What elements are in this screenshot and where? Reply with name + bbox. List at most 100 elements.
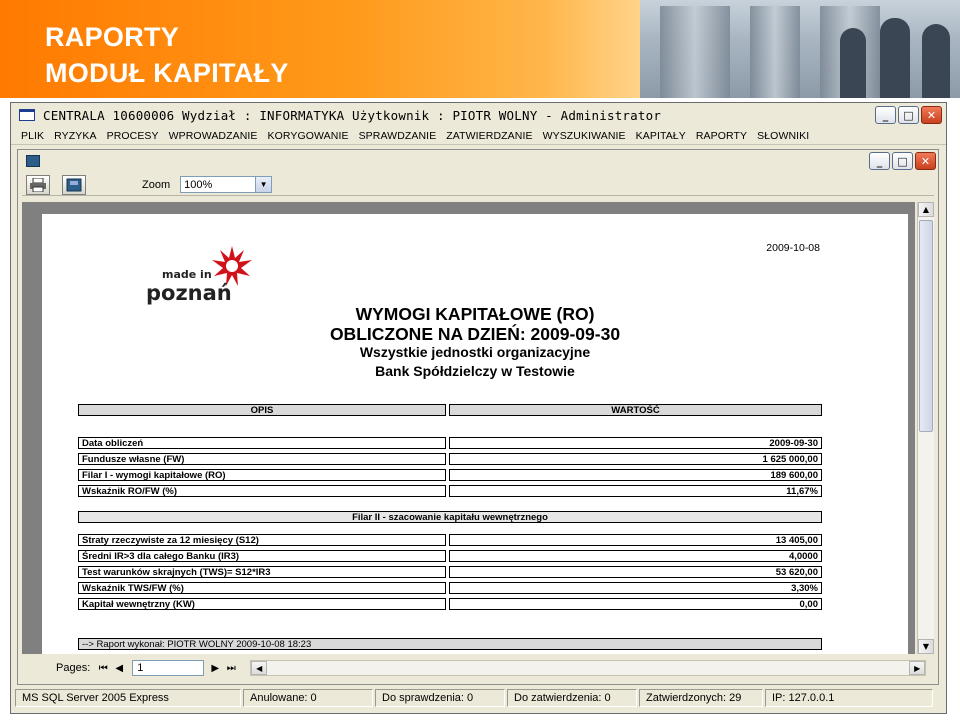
app-titlebar: CENTRALA 10600006 Wydział : INFORMATYKA … (11, 103, 946, 127)
menu-kapitaly[interactable]: KAPITAŁY (636, 130, 686, 142)
status-bar: MS SQL Server 2005 Express Anulowane: 0 … (15, 689, 941, 707)
scroll-down-icon[interactable]: ▼ (918, 639, 934, 654)
table-row: Data obliczeń 2009-09-30 (78, 437, 822, 449)
report-window-icon (26, 155, 40, 167)
zoom-label: Zoom (142, 178, 171, 191)
report-maximize-button[interactable]: □ (892, 152, 913, 170)
section-header-filar2: Filar II - szacowanie kapitału wewnętrzn… (78, 511, 822, 523)
row-value: 11,67% (449, 485, 822, 497)
row-label: Kapitał wewnętrzny (KW) (78, 598, 446, 610)
row-value: 4,0000 (449, 550, 822, 562)
last-page-icon[interactable]: ⏭ (224, 661, 238, 675)
report-title: WYMOGI KAPITAŁOWE (RO) (355, 304, 595, 324)
table-row: Wskaźnik TWS/FW (%) 3,30% (78, 582, 822, 594)
made-in-poznan-logo: made in poznań (146, 246, 252, 305)
report-toolbar: Zoom 100% ▼ (22, 174, 934, 196)
scroll-left-icon[interactable]: ◀ (251, 661, 268, 675)
svg-text:made in: made in (162, 268, 212, 281)
scroll-right-icon[interactable]: ▶ (909, 661, 926, 675)
row-value: 13 405,00 (449, 534, 822, 546)
report-subtitle-units: Wszystkie jednostki organizacyjne (359, 344, 591, 360)
export-icon[interactable] (62, 174, 86, 195)
maximize-button[interactable]: □ (898, 106, 919, 124)
page-number-input[interactable]: 1 (132, 660, 205, 676)
status-to-approve: Do zatwierdzenia: 0 (507, 689, 637, 707)
zoom-select[interactable]: 100% ▼ (180, 176, 273, 193)
report-subtitle-bank: Bank Spółdzielczy w Testowie (375, 363, 575, 379)
banner-photo (640, 0, 960, 98)
row-label: Fundusze własne (FW) (78, 453, 446, 465)
row-label: Filar I - wymogi kapitałowe (RO) (78, 469, 446, 481)
printer-icon[interactable] (26, 174, 50, 195)
row-label: Wskaźnik RO/FW (%) (78, 485, 446, 497)
report-page: 2009-10-08 made in poznań WYMOGI KAPITAŁ… (42, 214, 908, 654)
row-label: Data obliczeń (78, 437, 446, 449)
report-minimize-button[interactable]: _ (869, 152, 890, 170)
table-row: Kapitał wewnętrzny (KW) 0,00 (78, 598, 822, 610)
menu-zatwierdzanie[interactable]: ZATWIERDZANIE (446, 130, 532, 142)
report-date: 2009-10-08 (766, 242, 820, 254)
menu-ryzyka[interactable]: RYZYKA (54, 130, 96, 142)
row-value: 3,30% (449, 582, 822, 594)
row-value: 1 625 000,00 (449, 453, 822, 465)
menu-korygowanie[interactable]: KORYGOWANIE (268, 130, 349, 142)
slide: RAPORTY MODUŁ KAPITAŁY CENTRALA 10600006… (0, 0, 960, 720)
pages-label: Pages: (56, 662, 91, 674)
menu-procesy[interactable]: PROCESY (107, 130, 159, 142)
app-window-icon (19, 109, 35, 121)
report-footer: --> Raport wykonał: PIOTR WOLNY 2009-10-… (78, 638, 822, 650)
report-window-titlebar: _ □ ✕ (18, 150, 938, 172)
table-header-row: OPIS WARTOŚĆ (78, 404, 822, 416)
table-row: Średni IR>3 dla całego Banku (IR3) 4,000… (78, 550, 822, 562)
table-row: Filar I - wymogi kapitałowe (RO) 189 600… (78, 469, 822, 481)
row-value: 2009-09-30 (449, 437, 822, 449)
row-value: 0,00 (449, 598, 822, 610)
table-row: Fundusze własne (FW) 1 625 000,00 (78, 453, 822, 465)
column-header-opis: OPIS (78, 404, 446, 416)
menu-sprawdzanie[interactable]: SPRAWDZANIE (359, 130, 437, 142)
slide-title-line1: RAPORTY (45, 22, 180, 52)
row-label: Wskaźnik TWS/FW (%) (78, 582, 446, 594)
app-title: CENTRALA 10600006 Wydział : INFORMATYKA … (43, 107, 662, 123)
svg-text:poznań: poznań (146, 281, 232, 305)
menu-plik[interactable]: PLIK (21, 130, 44, 142)
horizontal-scrollbar[interactable]: ◀ ▶ (250, 660, 927, 676)
table-row: Wskaźnik RO/FW (%) 11,67% (78, 485, 822, 497)
next-page-icon[interactable]: ▶ (208, 661, 222, 675)
menu-slowniki[interactable]: SŁOWNIKI (757, 130, 809, 142)
report-window: _ □ ✕ Zoom 100% ▼ 2009-10-08 made in poz… (17, 149, 939, 685)
application-window: CENTRALA 10600006 Wydział : INFORMATYKA … (10, 102, 947, 714)
scroll-up-icon[interactable]: ▲ (918, 202, 934, 217)
menu-raporty[interactable]: RAPORTY (696, 130, 747, 142)
section-header-row: Filar II - szacowanie kapitału wewnętrzn… (78, 511, 822, 523)
report-viewport: 2009-10-08 made in poznań WYMOGI KAPITAŁ… (22, 202, 915, 654)
status-to-check: Do sprawdzenia: 0 (375, 689, 505, 707)
status-database: MS SQL Server 2005 Express (15, 689, 241, 707)
column-header-wartosc: WARTOŚĆ (449, 404, 822, 416)
row-label: Test warunków skrajnych (TWS)= S12*IR3 (78, 566, 446, 578)
zoom-value: 100% (184, 178, 213, 191)
prev-page-icon[interactable]: ◀ (112, 661, 126, 675)
table-row: Test warunków skrajnych (TWS)= S12*IR3 5… (78, 566, 822, 578)
close-button[interactable]: ✕ (921, 106, 942, 124)
minimize-button[interactable]: _ (875, 106, 896, 124)
status-cancelled: Anulowane: 0 (243, 689, 373, 707)
menu-wprowadzanie[interactable]: WPROWADZANIE (169, 130, 258, 142)
vertical-scrollbar[interactable]: ▲ ▼ (917, 202, 934, 654)
menu-wyszukiwanie[interactable]: WYSZUKIWANIE (543, 130, 626, 142)
chevron-down-icon[interactable]: ▼ (255, 177, 272, 192)
row-label: Straty rzeczywiste za 12 miesięcy (S12) (78, 534, 446, 546)
page-navigation-bar: Pages: ⏮ ◀ 1 ▶ ⏭ ◀ ▶ (22, 658, 934, 678)
row-value: 189 600,00 (449, 469, 822, 481)
menu-bar: PLIK RYZYKA PROCESY WPROWADZANIE KORYGOW… (11, 127, 946, 145)
first-page-icon[interactable]: ⏮ (96, 661, 110, 675)
status-ip: IP: 127.0.0.1 (765, 689, 933, 707)
slide-title-line2: MODUŁ KAPITAŁY (45, 58, 289, 88)
scroll-thumb[interactable] (919, 220, 933, 432)
row-label: Średni IR>3 dla całego Banku (IR3) (78, 550, 446, 562)
slide-banner: RAPORTY MODUŁ KAPITAŁY (0, 0, 960, 100)
report-close-button[interactable]: ✕ (915, 152, 936, 170)
row-value: 53 620,00 (449, 566, 822, 578)
table-row: Straty rzeczywiste za 12 miesięcy (S12) … (78, 534, 822, 546)
status-approved: Zatwierdzonych: 29 (639, 689, 763, 707)
